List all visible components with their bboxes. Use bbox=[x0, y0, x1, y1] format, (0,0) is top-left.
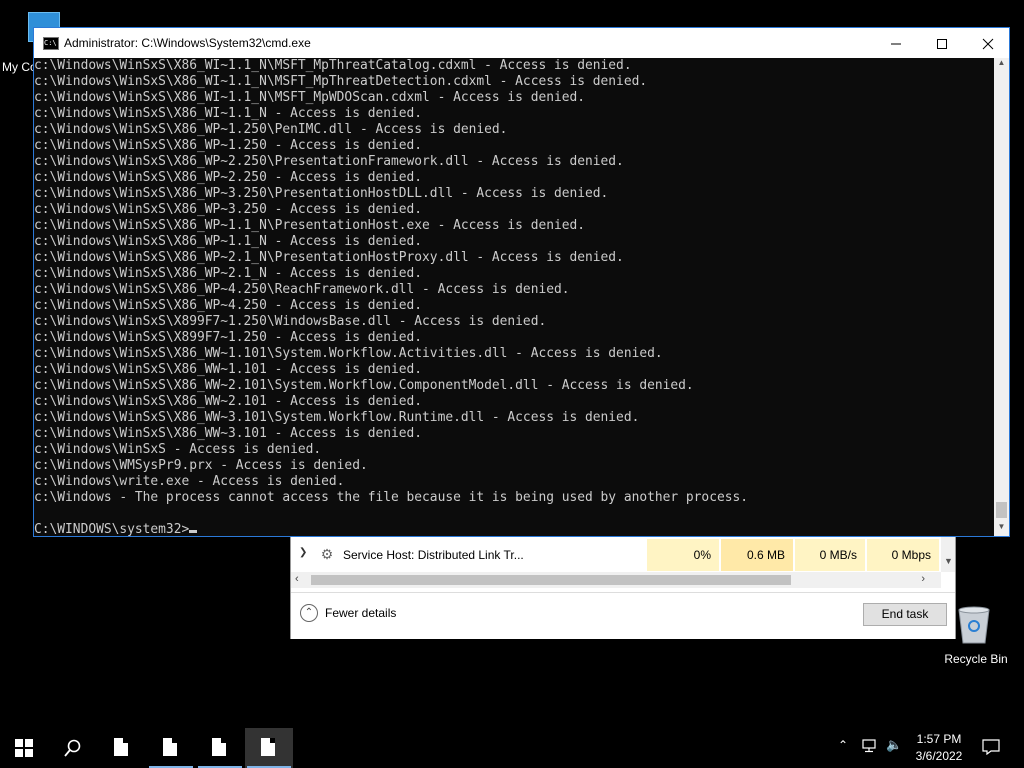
console-line: c:\Windows\WinSxS\X86_WP~2.250\Presentat… bbox=[34, 154, 624, 169]
close-button[interactable] bbox=[965, 28, 1011, 58]
scroll-right-icon[interactable]: › bbox=[921, 573, 925, 585]
vertical-scrollbar[interactable]: ▼ bbox=[941, 536, 955, 572]
network-cell: 0 Mbps bbox=[867, 539, 939, 571]
scrollbar-thumb[interactable] bbox=[996, 502, 1007, 518]
file-icon bbox=[212, 738, 226, 756]
clock-date[interactable]: 3/6/2022 bbox=[900, 749, 978, 763]
console-output[interactable]: c:\Windows\WinSxS\X86_WI~1.1_N\MSFT_MpTh… bbox=[34, 58, 994, 536]
show-hidden-icons-icon[interactable]: ⌃ bbox=[838, 738, 848, 752]
close-icon bbox=[982, 38, 994, 50]
taskbar-app-4[interactable] bbox=[245, 728, 293, 768]
console-line: c:\Windows\WinSxS\X86_WI~1.1_N\MSFT_MpWD… bbox=[34, 90, 586, 105]
console-line: c:\Windows\WinSxS\X86_WP~2.1_N - Access … bbox=[34, 266, 423, 281]
start-button[interactable] bbox=[0, 728, 48, 768]
recycle-bin-icon bbox=[958, 606, 990, 644]
my-computer-label: My Co bbox=[2, 60, 37, 74]
console-line: c:\Windows\WinSxS\X86_WI~1.1_N\MSFT_MpTh… bbox=[34, 74, 648, 89]
console-line: c:\Windows\WinSxS\X86_WP~1.1_N - Access … bbox=[34, 234, 423, 249]
recycle-bin-label: Recycle Bin bbox=[944, 652, 1008, 666]
maximize-button[interactable] bbox=[919, 28, 965, 58]
taskbar-app-3[interactable] bbox=[196, 728, 244, 768]
cmd-window[interactable]: C:\ Administrator: C:\Windows\System32\c… bbox=[33, 27, 1010, 537]
scrollbar-thumb[interactable] bbox=[311, 575, 791, 585]
console-line: c:\Windows\WinSxS\X86_WP~1.250\PenIMC.dl… bbox=[34, 122, 508, 137]
minimize-button[interactable] bbox=[873, 28, 919, 58]
scroll-left-icon[interactable]: ‹ bbox=[295, 573, 299, 585]
title-bar[interactable]: C:\ Administrator: C:\Windows\System32\c… bbox=[34, 28, 1009, 58]
text-cursor bbox=[189, 530, 198, 533]
chevron-up-icon[interactable]: ⌃ bbox=[300, 604, 318, 622]
scroll-down-icon[interactable]: ▼ bbox=[944, 556, 953, 566]
console-line: c:\Windows\WinSxS\X899F7~1.250 - Access … bbox=[34, 330, 423, 345]
scroll-down-icon[interactable]: ▼ bbox=[994, 522, 1009, 536]
console-line: c:\Windows\WinSxS\X86_WI~1.1_N - Access … bbox=[34, 106, 423, 121]
console-line: c:\Windows\write.exe - Access is denied. bbox=[34, 474, 345, 489]
cmd-app-icon: C:\ bbox=[43, 37, 59, 50]
network-icon[interactable] bbox=[862, 739, 880, 753]
console-line: c:\Windows\WinSxS\X86_WP~1.250 - Access … bbox=[34, 138, 423, 153]
console-line: c:\Windows\WinSxS\X86_WI~1.1_N\MSFT_MpTh… bbox=[34, 58, 632, 73]
console-line: c:\Windows\WinSxS\X86_WP~3.250\Presentat… bbox=[34, 186, 609, 201]
search-icon bbox=[64, 739, 81, 757]
clock-time[interactable]: 1:57 PM bbox=[900, 732, 978, 746]
gear-icon: ⚙ bbox=[320, 546, 334, 562]
console-line: c:\Windows\WinSxS\X86_WW~2.101 - Access … bbox=[34, 394, 423, 409]
console-line: c:\Windows\WinSxS\X86_WP~3.250 - Access … bbox=[34, 202, 423, 217]
file-icon bbox=[163, 738, 177, 756]
file-icon bbox=[114, 738, 128, 756]
console-scrollbar[interactable]: ▲ ▼ bbox=[994, 58, 1009, 536]
console-line: c:\Windows\WinSxS - Access is denied. bbox=[34, 442, 322, 457]
console-line: c:\Windows\WinSxS\X86_WW~3.101\System.Wo… bbox=[34, 410, 640, 425]
console-line: c:\Windows\WMSysPr9.prx - Access is deni… bbox=[34, 458, 368, 473]
task-manager-window: ❯ ⚙ Service Host: Distributed Link Tr...… bbox=[290, 535, 956, 639]
command-prompt-line[interactable]: C:\WINDOWS\system32> bbox=[34, 522, 198, 536]
prompt-text: C:\WINDOWS\system32> bbox=[34, 522, 190, 536]
taskbar: ⌃ 🔈 1:57 PM 3/6/2022 bbox=[0, 728, 1024, 768]
end-task-button[interactable]: End task bbox=[863, 603, 947, 626]
search-button[interactable] bbox=[48, 728, 96, 768]
taskbar-app-2[interactable] bbox=[147, 728, 195, 768]
console-line: c:\Windows\WinSxS\X86_WW~2.101\System.Wo… bbox=[34, 378, 694, 393]
maximize-icon bbox=[937, 39, 947, 50]
console-line: c:\Windows\WinSxS\X86_WW~1.101\System.Wo… bbox=[34, 346, 663, 361]
console-line: c:\Windows\WinSxS\X86_WP~4.250 - Access … bbox=[34, 298, 423, 313]
console-line: c:\Windows\WinSxS\X86_WP~1.1_N\Presentat… bbox=[34, 218, 586, 233]
file-icon bbox=[261, 738, 275, 756]
taskbar-app-1[interactable] bbox=[98, 728, 146, 768]
console-line: c:\Windows - The process cannot access t… bbox=[34, 490, 748, 505]
memory-cell: 0.6 MB bbox=[721, 539, 793, 571]
window-title: Administrator: C:\Windows\System32\cmd.e… bbox=[64, 36, 311, 50]
console-line: c:\Windows\WinSxS\X899F7~1.250\WindowsBa… bbox=[34, 314, 547, 329]
disk-cell: 0 MB/s bbox=[795, 539, 865, 571]
process-row[interactable]: ❯ ⚙ Service Host: Distributed Link Tr...… bbox=[291, 539, 955, 571]
fewer-details-link[interactable]: Fewer details bbox=[325, 606, 396, 620]
minimize-icon bbox=[891, 43, 901, 45]
expand-chevron-icon[interactable]: ❯ bbox=[299, 547, 307, 558]
cpu-cell: 0% bbox=[647, 539, 719, 571]
notification-icon[interactable] bbox=[982, 739, 1000, 755]
horizontal-scrollbar[interactable]: ‹ › bbox=[291, 572, 941, 588]
console-line: c:\Windows\WinSxS\X86_WW~3.101 - Access … bbox=[34, 426, 423, 441]
console-line: c:\Windows\WinSxS\X86_WP~2.1_N\Presentat… bbox=[34, 250, 624, 265]
console-line: c:\Windows\WinSxS\X86_WW~1.101 - Access … bbox=[34, 362, 423, 377]
windows-logo-icon bbox=[15, 739, 33, 757]
task-manager-footer: ⌃ Fewer details End task bbox=[291, 592, 955, 639]
console-line: c:\Windows\WinSxS\X86_WP~2.250 - Access … bbox=[34, 170, 423, 185]
scroll-up-icon[interactable]: ▲ bbox=[994, 58, 1009, 72]
console-line: c:\Windows\WinSxS\X86_WP~4.250\ReachFram… bbox=[34, 282, 570, 297]
process-name: Service Host: Distributed Link Tr... bbox=[343, 548, 524, 562]
